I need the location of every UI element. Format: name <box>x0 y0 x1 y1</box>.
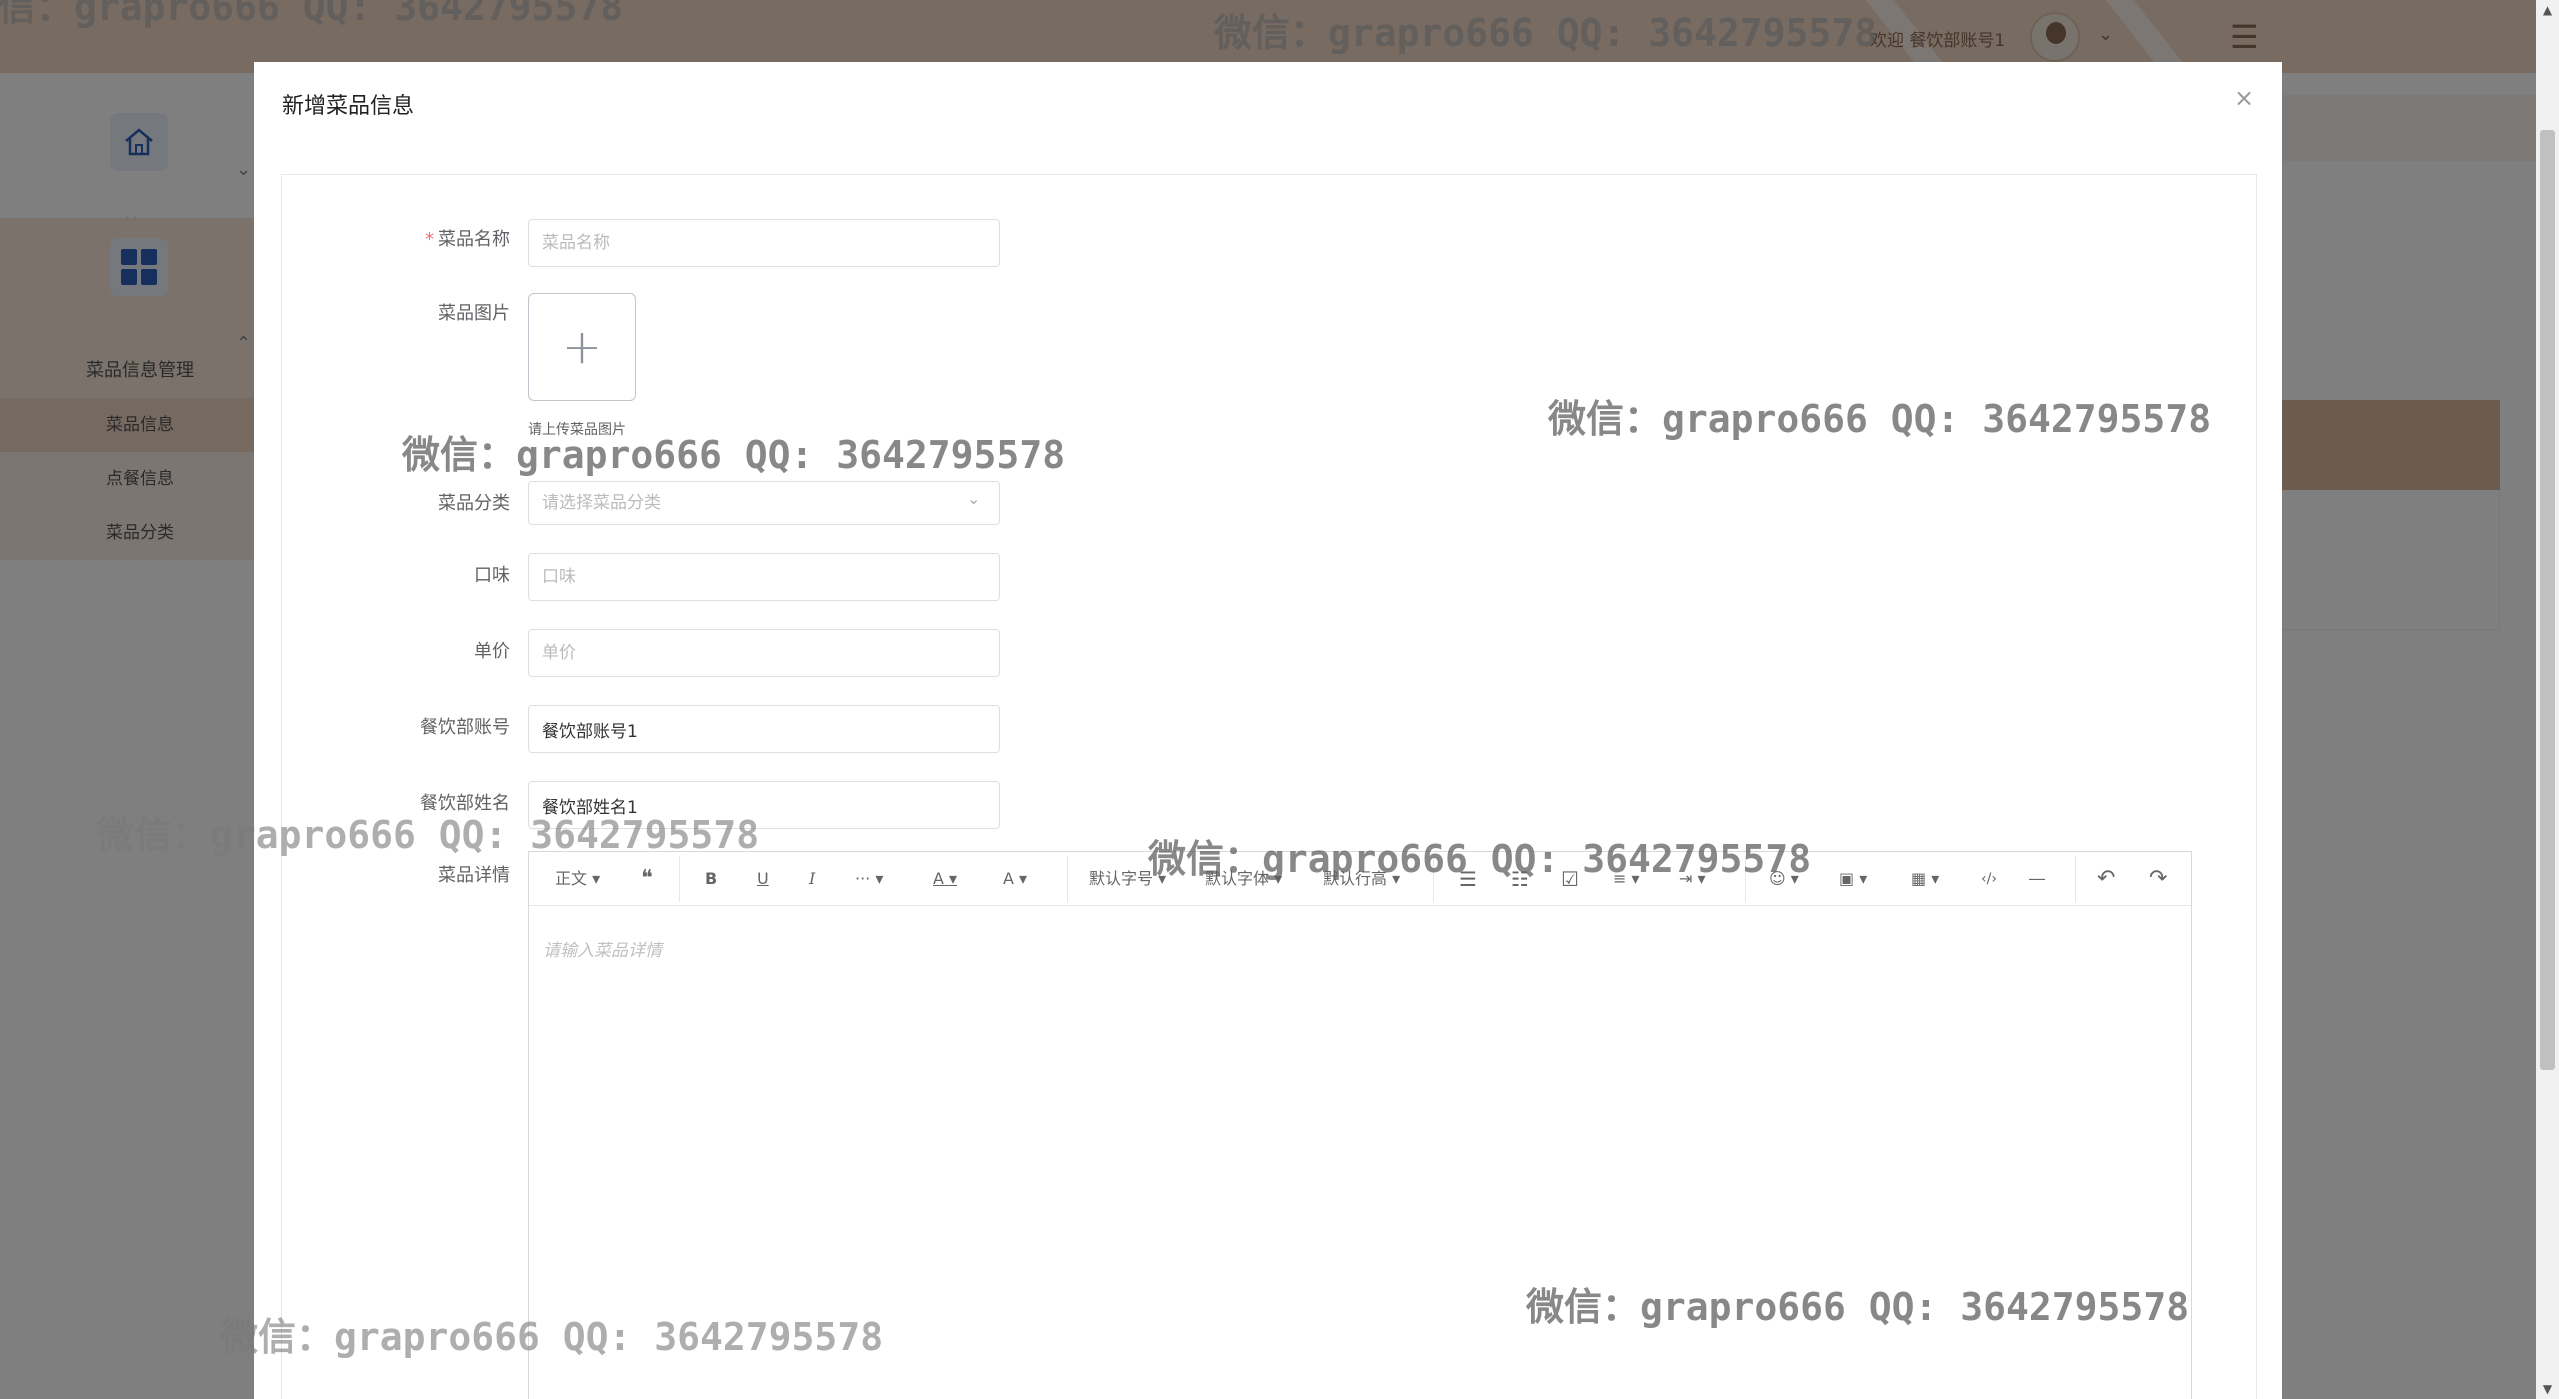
toolbar-divider <box>1067 856 1068 902</box>
watermark: 微信：grapro666 QQ: 3642795578 <box>402 433 1066 477</box>
insert-table-dropdown[interactable]: ▦ ▾ <box>1911 852 1939 906</box>
field-label: 菜品详情 <box>438 865 510 886</box>
watermark: 微信：grapro666 QQ: 3642795578 <box>1548 397 2212 441</box>
code-icon[interactable]: ‹/› <box>1981 852 1997 906</box>
toolbar-divider <box>679 856 680 902</box>
dish-name-input[interactable] <box>528 219 1000 267</box>
account-input[interactable] <box>528 705 1000 753</box>
underline-icon[interactable]: U <box>757 852 769 906</box>
field-label: 口味 <box>474 565 510 586</box>
field-label: * 菜品名称 <box>425 229 510 250</box>
watermark: 微信：grapro666 QQ: 3642795578 <box>1526 1285 2190 1329</box>
watermark: 微信：grapro666 QQ: 3642795578 <box>220 1315 884 1359</box>
redo-icon[interactable]: ↷ <box>2149 852 2167 906</box>
scroll-down-arrow-icon[interactable]: ▼ <box>2536 1379 2559 1399</box>
field-label: 餐饮部账号 <box>420 717 510 738</box>
bold-icon[interactable]: B <box>705 852 717 906</box>
watermark: 微信：grapro666 QQ: 3642795578 <box>1148 837 1812 881</box>
field-label: 单价 <box>474 641 510 662</box>
font-color-dropdown[interactable]: A ▾ <box>933 852 957 906</box>
background-color-dropdown[interactable]: A ▾ <box>1003 852 1027 906</box>
add-dish-dialog: 新增菜品信息 × *菜品名称 菜品图片 + 请上传菜品图片 菜品分类 ⌄ 口味 … <box>254 62 2282 1399</box>
more-style-dropdown[interactable]: ··· ▾ <box>855 852 883 906</box>
insert-image-dropdown[interactable]: ▣ ▾ <box>1839 852 1867 906</box>
scroll-up-arrow-icon[interactable]: ▲ <box>2536 0 2559 20</box>
scrollbar-thumb[interactable] <box>2540 130 2555 1070</box>
dish-category-select[interactable] <box>528 481 1000 525</box>
watermark: 微信：grapro666 QQ: 3642795578 <box>1214 11 1878 55</box>
watermark: 微信：grapro666 QQ: 3642795578 <box>0 0 624 29</box>
close-icon[interactable]: × <box>2234 84 2254 112</box>
plus-icon: + <box>561 319 603 375</box>
required-mark: * <box>425 229 434 250</box>
watermark: 微信：grapro666 QQ: 3642795578 <box>96 813 760 857</box>
paragraph-dropdown[interactable]: 正文 ▾ <box>555 852 600 906</box>
undo-icon[interactable]: ↶ <box>2097 852 2115 906</box>
scrollbar[interactable]: ▲ ▼ <box>2536 0 2559 1399</box>
field-label: 菜品图片 <box>438 303 510 324</box>
chevron-down-icon[interactable]: ⌄ <box>967 489 980 508</box>
toolbar-divider <box>2075 856 2076 902</box>
quote-icon[interactable]: ❝ <box>641 852 653 906</box>
editor-content[interactable]: 请输入菜品详情 <box>543 936 662 961</box>
taste-input[interactable] <box>528 553 1000 601</box>
divider-icon[interactable]: ― <box>2029 852 2045 906</box>
dish-form: *菜品名称 菜品图片 + 请上传菜品图片 菜品分类 ⌄ 口味 单价 餐饮部账号 <box>281 174 2257 1399</box>
dialog-title: 新增菜品信息 <box>282 94 415 119</box>
italic-icon[interactable]: I <box>809 852 815 906</box>
price-input[interactable] <box>528 629 1000 677</box>
field-label: 菜品分类 <box>438 493 510 514</box>
image-upload-button[interactable]: + <box>528 293 636 401</box>
